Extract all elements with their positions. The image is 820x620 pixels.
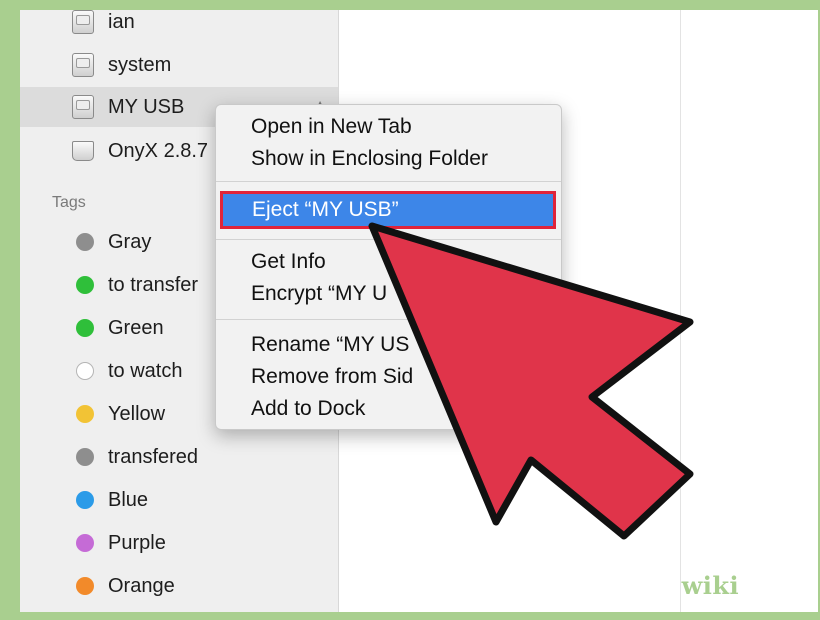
wikihow-watermark: wikiHow xyxy=(664,568,814,614)
watermark-wiki: wiki xyxy=(681,571,740,600)
watermark-how: How xyxy=(739,571,800,600)
pointer-arrow-icon xyxy=(368,222,694,540)
